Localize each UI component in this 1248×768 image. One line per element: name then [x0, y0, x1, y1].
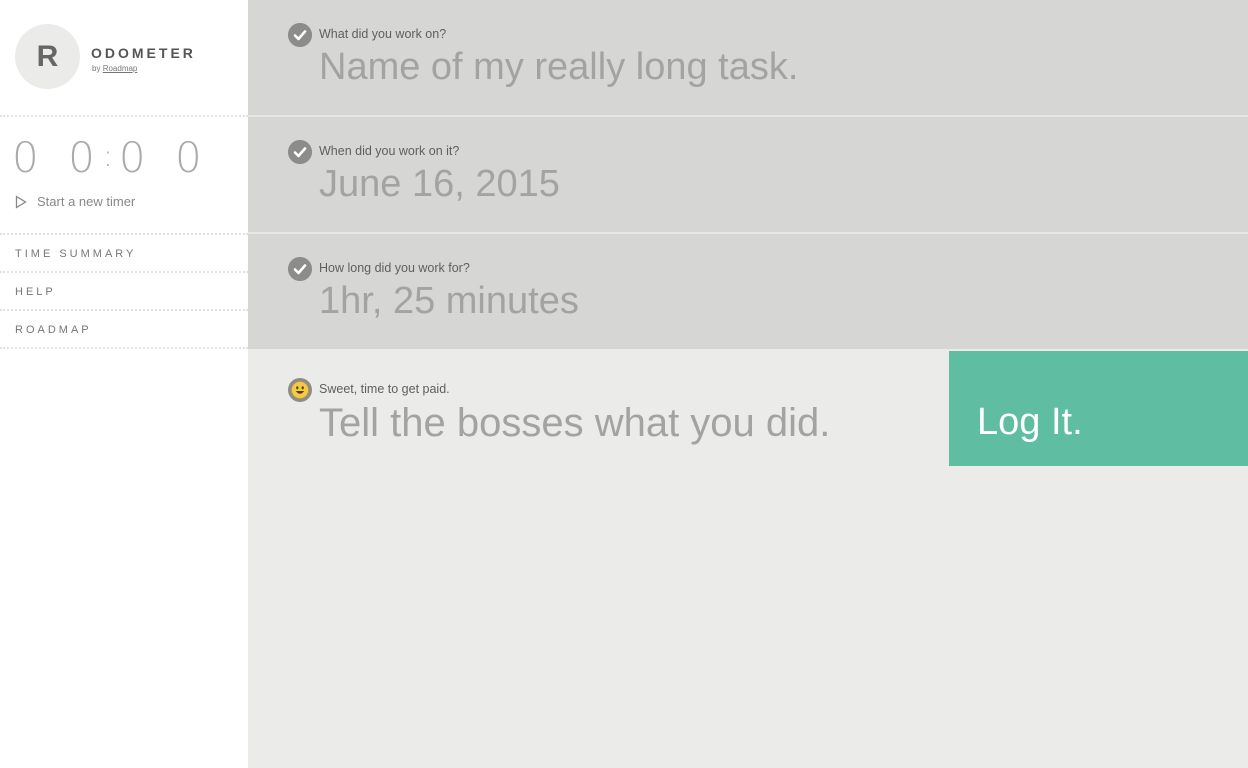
date-field[interactable]: June 16, 2015 [319, 163, 560, 206]
timer-colon: : [102, 139, 119, 174]
app-title: ODOMETER [91, 45, 196, 61]
brand-header: R ODOMETER by Roadmap [0, 0, 248, 117]
start-timer-label: Start a new timer [37, 194, 136, 209]
byline-prefix: by [92, 64, 101, 73]
sidebar: R ODOMETER by Roadmap 0 0:0 0 Start a ne… [0, 0, 248, 768]
nav-item-help[interactable]: HELP [0, 273, 248, 311]
question-duration[interactable]: How long did you work for? 1hr, 25 minut… [248, 234, 1248, 349]
log-it-label: Log It. [977, 401, 1083, 443]
question-label: How long did you work for? [319, 261, 470, 275]
check-circle-icon [288, 257, 312, 281]
play-outline-icon [15, 194, 27, 209]
timer-section: 0 0:0 0 Start a new timer [0, 117, 248, 235]
nav-item-time-summary[interactable]: TIME SUMMARY [0, 235, 248, 273]
logo-avatar[interactable]: R [15, 24, 80, 89]
log-it-button[interactable]: Log It. [949, 351, 1248, 466]
smile-emoji-icon [288, 378, 312, 402]
question-date[interactable]: When did you work on it? June 16, 2015 [248, 117, 1248, 234]
check-circle-icon [288, 23, 312, 47]
roadmap-link[interactable]: Roadmap [103, 64, 138, 73]
duration-field[interactable]: 1hr, 25 minutes [319, 280, 579, 323]
task-name-field[interactable]: Name of my really long task. [319, 46, 798, 89]
timer-hours: 0 0 [12, 133, 103, 182]
question-label: What did you work on? [319, 27, 447, 41]
final-label: Sweet, time to get paid. [319, 382, 450, 396]
brand-byline: by Roadmap [92, 64, 137, 73]
nav-item-roadmap[interactable]: ROADMAP [0, 311, 248, 349]
question-label: When did you work on it? [319, 144, 460, 158]
final-message: Tell the bosses what you did. [319, 401, 831, 445]
question-task[interactable]: What did you work on? Name of my really … [248, 0, 1248, 117]
sidebar-nav: TIME SUMMARY HELP ROADMAP [0, 235, 248, 349]
start-timer-button[interactable]: Start a new timer [15, 194, 135, 209]
timer-minutes: 0 0 [118, 133, 210, 182]
timer-display: 0 0:0 0 [12, 133, 210, 182]
check-circle-icon [288, 140, 312, 164]
